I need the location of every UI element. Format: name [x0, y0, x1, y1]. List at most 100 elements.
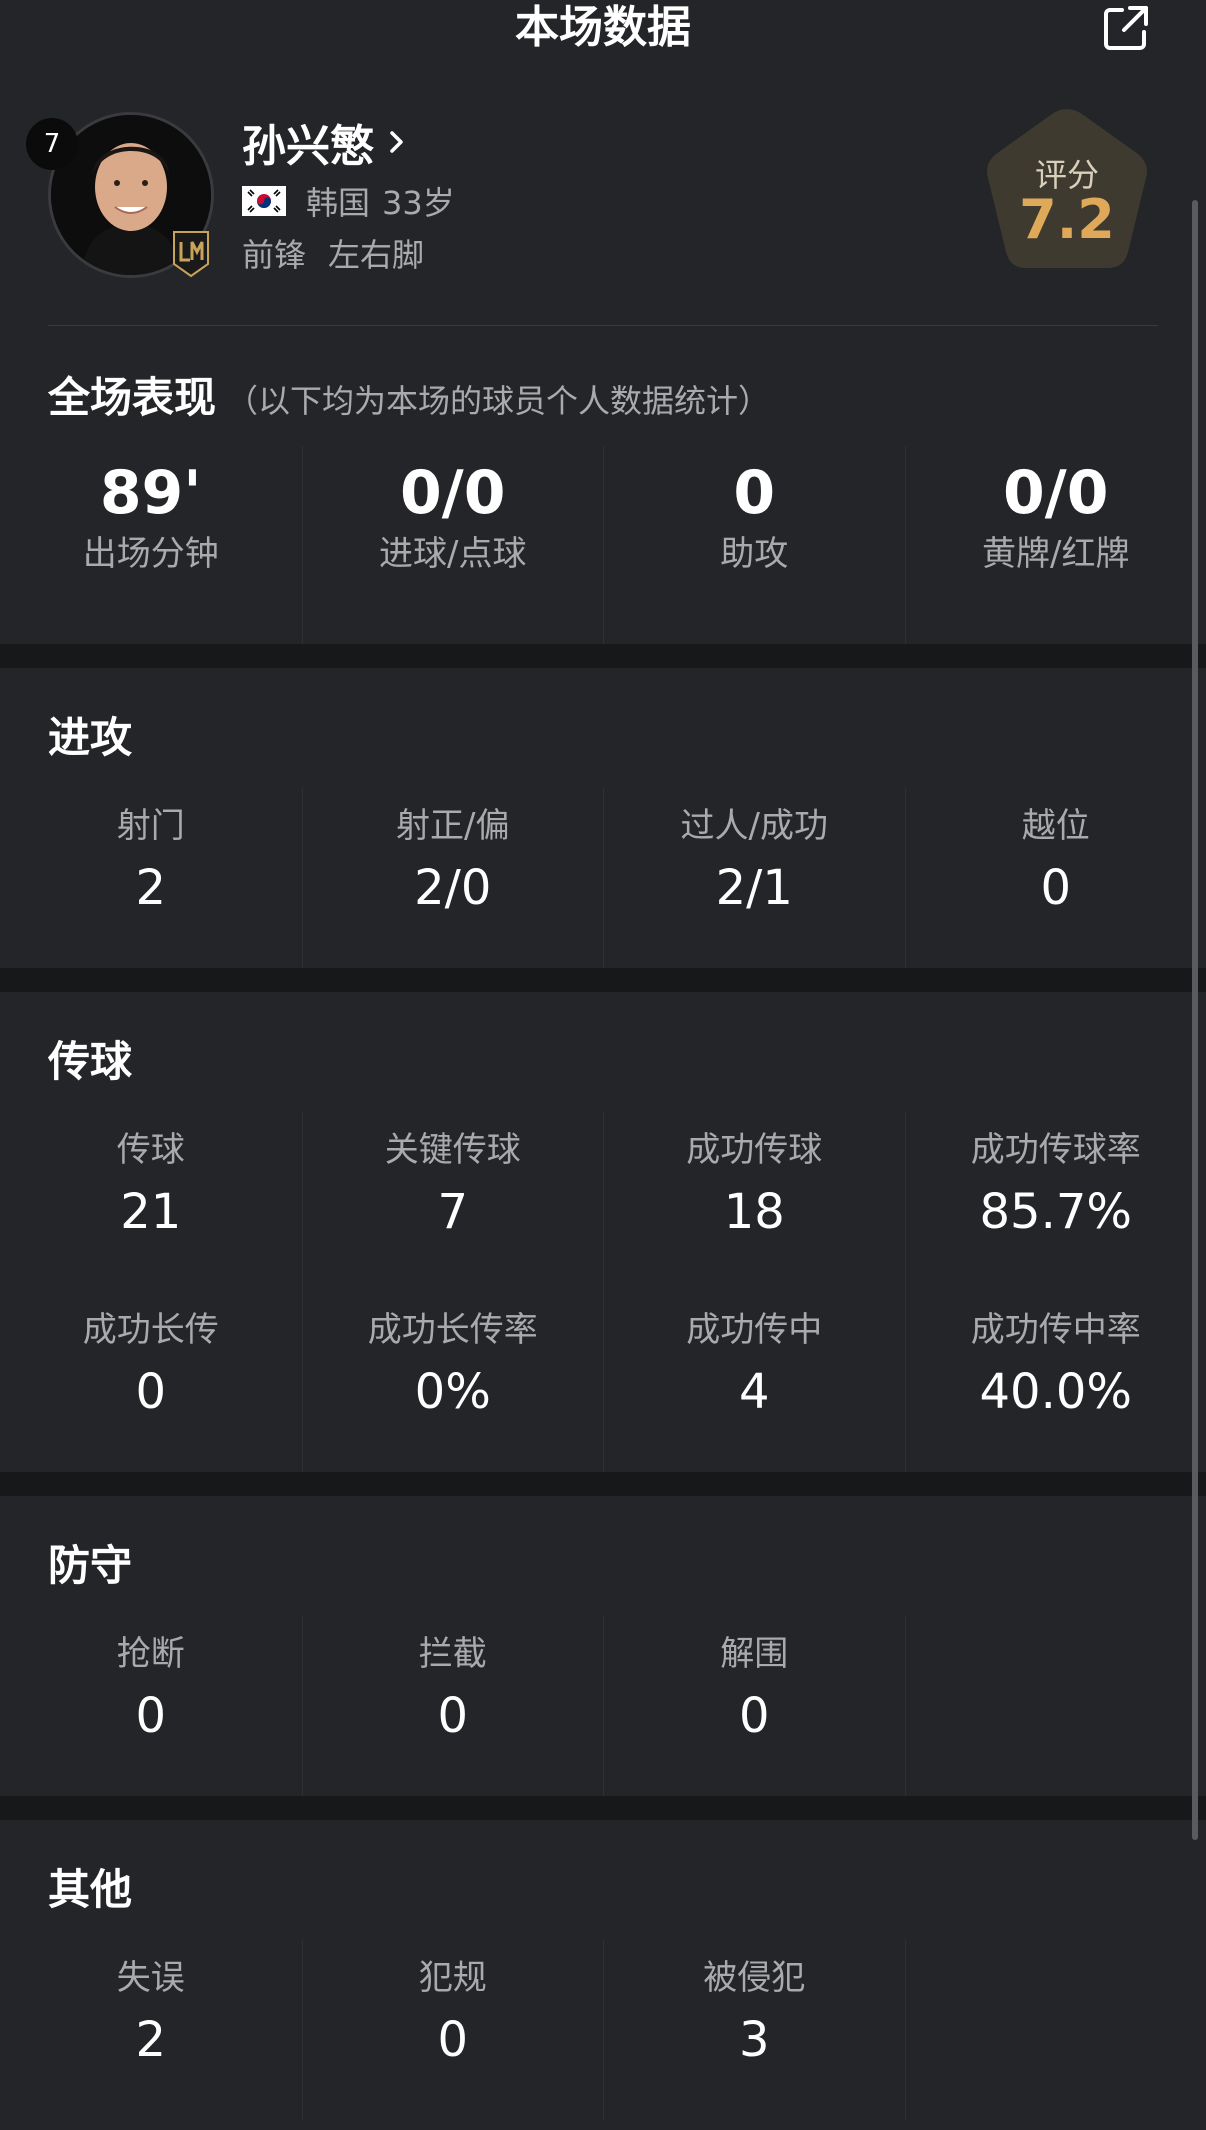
overall-subtitle: （以下均为本场的球员个人数据统计） — [226, 382, 771, 420]
player-age: 33岁 — [382, 184, 455, 222]
overall-stats-grid: 89' 出场分钟 0/0 进球/点球 0 助攻 0/0 黄牌/红牌 — [0, 446, 1206, 644]
share-icon[interactable] — [1100, 2, 1152, 54]
stat-passes: 传球 21 — [0, 1112, 302, 1292]
attack-section: 进攻 射门 2 射正/偏 2/0 过人/成功 2/1 越位 0 — [0, 668, 1190, 968]
stat-value: 0 — [437, 2012, 469, 2068]
defense-section: 防守 抢断 0 拦截 0 解围 0 — [0, 1496, 1190, 1796]
player-card[interactable]: 7 孙兴慜 韩国 33岁 前锋 左右脚 评分 7.2 — [0, 100, 1206, 325]
stat-value: 2/0 — [414, 860, 492, 916]
stat-fouls: 犯规 0 — [301, 1940, 604, 2120]
section-separator — [0, 968, 1206, 992]
stat-label: 过人/成功 — [680, 806, 828, 846]
stat-label: 失误 — [116, 1958, 185, 1998]
player-country: 韩国 — [306, 184, 371, 222]
stat-fouled: 被侵犯 3 — [603, 1940, 905, 2120]
stat-value: 7 — [437, 1184, 469, 1240]
overall-section: 全场表现 （以下均为本场的球员个人数据统计） 89' 出场分钟 0/0 进球/点球… — [0, 326, 1190, 644]
stat-label: 黄牌/红牌 — [982, 534, 1130, 574]
attack-section-title: 进攻 — [48, 713, 133, 762]
stat-offsides: 越位 0 — [904, 788, 1206, 968]
stat-label: 越位 — [1021, 806, 1090, 846]
chevron-right-icon — [390, 131, 403, 153]
stat-minutes: 89' 出场分钟 — [0, 446, 302, 644]
stat-value: 3 — [738, 2012, 770, 2068]
player-name: 孙兴慜 — [242, 121, 374, 172]
stat-value: 0 — [135, 1688, 167, 1744]
passing-section-title: 传球 — [48, 1037, 133, 1086]
passing-section: 传球 传球 21 关键传球 7 成功传球 18 成功传球率 85.7% 成功长传… — [0, 992, 1190, 1472]
stat-label: 成功传中 — [686, 1310, 823, 1350]
stat-value: 0% — [414, 1364, 491, 1420]
stat-value: 2/1 — [715, 860, 793, 916]
player-position: 前锋 — [242, 236, 307, 274]
south-korea-flag-icon — [242, 186, 286, 216]
stat-empty-cell — [904, 1940, 1206, 2120]
other-section: 其他 失误 2 犯规 0 被侵犯 3 — [0, 1820, 1190, 2120]
top-bar: 本场数据 — [0, 0, 1206, 60]
stat-pass-accuracy: 成功传球率 85.7% — [904, 1112, 1206, 1292]
stat-label: 进球/点球 — [379, 534, 527, 574]
stat-label: 成功传球 — [686, 1130, 823, 1170]
match-stats-page: 本场数据 7 孙兴慜 韩国 33岁 前锋 左右脚 评分 7.2 全场表现 （以下… — [0, 0, 1206, 2130]
stat-crosses: 成功传中 4 — [603, 1292, 905, 1472]
stat-value: 18 — [723, 1184, 785, 1240]
defense-section-title: 防守 — [48, 1541, 133, 1590]
stat-value: 0 — [1040, 860, 1072, 916]
stat-label: 抢断 — [116, 1634, 185, 1674]
stat-value: 0/0 — [1003, 458, 1109, 528]
stat-value: 89' — [99, 458, 202, 528]
stat-label: 助攻 — [720, 534, 789, 574]
stat-tackles: 抢断 0 — [0, 1616, 302, 1796]
stat-value: 0 — [738, 1688, 770, 1744]
stat-label: 成功传球率 — [970, 1130, 1141, 1170]
overall-section-title: 全场表现 （以下均为本场的球员个人数据统计） — [48, 364, 770, 425]
stat-label: 解围 — [720, 1634, 789, 1674]
page-title: 本场数据 — [515, 2, 691, 53]
stat-successful-passes: 成功传球 18 — [603, 1112, 905, 1292]
stat-value: 4 — [738, 1364, 770, 1420]
stat-key-passes: 关键传球 7 — [301, 1112, 604, 1292]
player-name-link[interactable]: 孙兴慜 — [242, 112, 408, 172]
stat-cross-accuracy: 成功传中率 40.0% — [904, 1292, 1206, 1472]
rating-badge: 评分 7.2 — [982, 106, 1152, 272]
defense-stats-grid: 抢断 0 拦截 0 解围 0 — [0, 1616, 1206, 1796]
stat-shots-on-off: 射正/偏 2/0 — [301, 788, 604, 968]
stat-label: 成功传中率 — [970, 1310, 1141, 1350]
stat-value: 40.0% — [979, 1364, 1132, 1420]
scrollbar[interactable] — [1192, 200, 1198, 1840]
section-separator — [0, 1796, 1206, 1820]
section-separator — [0, 644, 1206, 668]
stat-value: 2 — [135, 2012, 167, 2068]
club-crest-icon — [173, 231, 209, 278]
passing-stats-grid: 传球 21 关键传球 7 成功传球 18 成功传球率 85.7% 成功长传 0 … — [0, 1112, 1206, 1472]
other-section-title: 其他 — [48, 1865, 133, 1914]
stat-label: 射正/偏 — [396, 806, 510, 846]
stat-interceptions: 拦截 0 — [301, 1616, 604, 1796]
stat-label: 犯规 — [418, 1958, 487, 1998]
stat-value: 0 — [135, 1364, 167, 1420]
overall-title: 全场表现 — [48, 373, 217, 422]
stat-value: 2 — [135, 860, 167, 916]
jersey-number-badge: 7 — [26, 118, 78, 170]
stat-label: 拦截 — [418, 1634, 487, 1674]
player-nationality-row: 韩国 33岁 — [242, 178, 455, 224]
stat-empty-cell — [904, 1616, 1206, 1796]
stat-assists: 0 助攻 — [603, 446, 905, 644]
stat-value: 21 — [120, 1184, 182, 1240]
player-role-row: 前锋 左右脚 — [242, 230, 424, 276]
other-stats-grid: 失误 2 犯规 0 被侵犯 3 — [0, 1940, 1206, 2120]
stat-clearances: 解围 0 — [603, 1616, 905, 1796]
stat-label: 关键传球 — [384, 1130, 521, 1170]
rating-value: 7.2 — [1019, 188, 1115, 251]
stat-label: 出场分钟 — [82, 534, 219, 574]
section-separator — [0, 1472, 1206, 1496]
stat-label: 传球 — [116, 1130, 185, 1170]
stat-shots: 射门 2 — [0, 788, 302, 968]
attack-stats-grid: 射门 2 射正/偏 2/0 过人/成功 2/1 越位 0 — [0, 788, 1206, 968]
stat-value: 0 — [733, 458, 776, 528]
stat-goals-penalties: 0/0 进球/点球 — [301, 446, 604, 644]
stat-long-ball-accuracy: 成功长传率 0% — [301, 1292, 604, 1472]
stat-label: 成功长传 — [82, 1310, 219, 1350]
stat-label: 被侵犯 — [703, 1958, 806, 1998]
stat-long-balls: 成功长传 0 — [0, 1292, 302, 1472]
